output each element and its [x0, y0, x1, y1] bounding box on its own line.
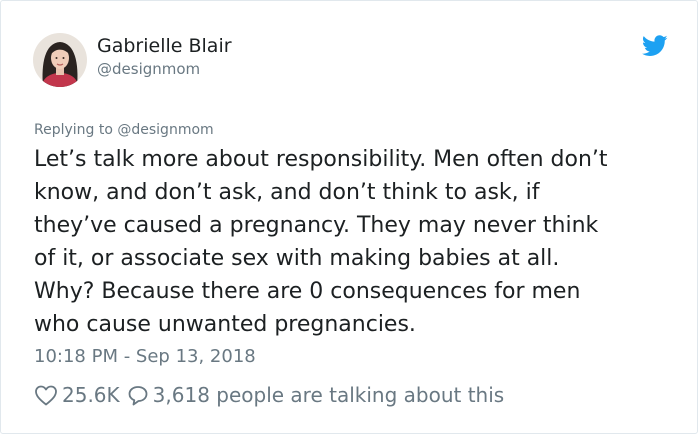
replying-to-label[interactable]: Replying to @designmom [34, 121, 214, 139]
tweet-text-line: they’ve caused a pregnancy. They may nev… [34, 213, 599, 238]
conversation-link[interactable]: 3,618 people are talking about this [127, 383, 505, 407]
tweet-text-line: know, and don’t ask, and don’t think to … [34, 180, 540, 205]
heart-icon [34, 384, 58, 406]
speech-bubble-icon [127, 384, 149, 406]
tweet-timestamp[interactable]: 10:18 PM - Sep 13, 2018 [34, 345, 256, 369]
like-button[interactable]: 25.6K [34, 383, 120, 407]
author-handle[interactable]: @designmom [97, 59, 200, 79]
likes-count: 25.6K [62, 383, 120, 407]
tweet-text: Let’s talk more about responsibility. Me… [34, 143, 674, 341]
tweet-text-line: who cause unwanted pregnancies. [34, 312, 416, 337]
tweet-text-line: of it, or associate sex with making babi… [34, 246, 560, 271]
tweet-text-line: Why? Because there are 0 consequences fo… [34, 279, 581, 304]
tweet-card: Gabrielle Blair @designmom Replying to @… [0, 0, 698, 434]
avatar[interactable] [33, 33, 87, 87]
twitter-bird-icon[interactable] [641, 35, 668, 57]
tweet-actions: 25.6K 3,618 people are talking about thi… [34, 381, 504, 409]
discussion-count-text: 3,618 people are talking about this [152, 383, 505, 407]
author-name[interactable]: Gabrielle Blair [97, 35, 232, 57]
tweet-text-line: Let’s talk more about responsibility. Me… [34, 147, 608, 172]
